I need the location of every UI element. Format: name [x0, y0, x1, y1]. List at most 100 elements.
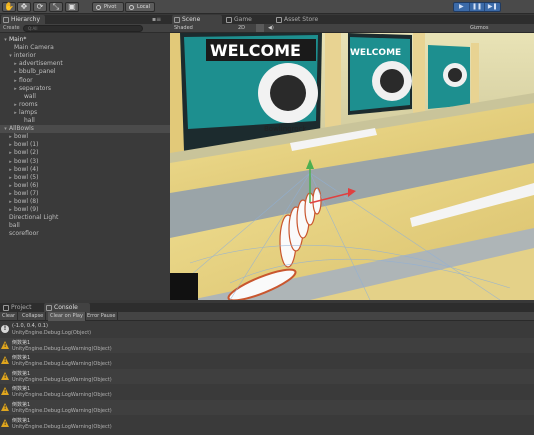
banner-text: WELCOME [210, 41, 301, 60]
rotate-icon: ⟳ [36, 2, 44, 11]
tab-project[interactable]: Project [1, 303, 41, 312]
welcome-banner-2: WELCOME [348, 33, 412, 115]
scale-icon: ⤡ [52, 2, 60, 11]
hierarchy-item[interactable]: ▾ AllBowls [0, 125, 170, 134]
hierarchy-item-label: bowl (1) [14, 141, 39, 149]
expand-arrow-icon[interactable]: ▸ [12, 85, 19, 93]
pivot-toggle[interactable]: Pivot [92, 2, 124, 12]
local-toggle[interactable]: Local [125, 2, 155, 12]
log-stacktrace: UnityEngine.Debug:Log(Object) [12, 330, 92, 336]
local-icon [129, 5, 134, 10]
hierarchy-search-input[interactable]: Q:All [23, 25, 143, 32]
move-tool-button[interactable]: ✥ [17, 2, 31, 12]
hierarchy-item[interactable]: ball [0, 222, 170, 230]
hierarchy-item[interactable]: ▾ Main* [0, 36, 170, 44]
console-log-entry[interactable]: 倒数第1UnityEngine.Debug:LogWarning(Object) [0, 337, 534, 353]
console-icon [46, 305, 52, 311]
tab-scene-label: Scene [182, 16, 201, 23]
hierarchy-item[interactable]: ▸ bowl (6) [0, 182, 170, 190]
hierarchy-item[interactable]: ▸ lamps [0, 109, 170, 117]
clear-button[interactable]: Clear [0, 312, 19, 321]
console-log-entry[interactable]: 倒数第1UnityEngine.Debug:LogWarning(Object) [0, 384, 534, 399]
hierarchy-item[interactable]: wall [0, 93, 170, 101]
expand-arrow-icon[interactable]: ▸ [7, 133, 14, 141]
hierarchy-item[interactable]: ▸ floor [0, 77, 170, 85]
collapse-button[interactable]: Collapse [20, 312, 47, 321]
expand-arrow-icon[interactable]: ▸ [7, 158, 14, 166]
light-toggle-icon[interactable] [256, 24, 264, 32]
audio-toggle-icon[interactable]: ◀) [268, 24, 274, 33]
console-log-entry[interactable]: 倒数第1UnityEngine.Debug:LogWarning(Object) [0, 353, 534, 368]
hierarchy-item[interactable]: ▸ rooms [0, 101, 170, 109]
expand-arrow-icon[interactable]: ▸ [7, 174, 14, 182]
clear-on-play-button[interactable]: Clear on Play [48, 312, 86, 321]
game-icon [226, 17, 232, 23]
gizmos-dropdown[interactable]: Gizmos [470, 24, 488, 33]
log-stacktrace: UnityEngine.Debug:LogWarning(Object) [12, 423, 112, 430]
expand-arrow-icon[interactable]: ▸ [7, 198, 14, 206]
hierarchy-item[interactable]: ▸ bowl (5) [0, 174, 170, 182]
hierarchy-item[interactable]: ▸ bbulb_panel [0, 68, 170, 76]
2d-toggle[interactable]: 2D [238, 24, 245, 33]
hierarchy-item[interactable]: ▸ separators [0, 85, 170, 93]
expand-arrow-icon[interactable]: ▾ [7, 52, 14, 60]
welcome-banner-3 [428, 45, 470, 109]
hierarchy-item[interactable]: ▸ advertisement [0, 60, 170, 68]
hierarchy-item-label: Main Camera [14, 44, 54, 52]
hand-tool-button[interactable]: ✋ [2, 2, 16, 12]
console-log-entry[interactable]: 倒数第1UnityEngine.Debug:LogWarning(Object) [0, 400, 534, 415]
expand-arrow-icon[interactable]: ▸ [7, 166, 14, 174]
hierarchy-item-label: interior [14, 52, 36, 60]
hierarchy-item[interactable]: ▸ bowl (9) [0, 206, 170, 214]
error-pause-button[interactable]: Error Pause [85, 312, 119, 321]
expand-arrow-icon[interactable]: ▸ [7, 190, 14, 198]
expand-arrow-icon[interactable]: ▸ [12, 68, 19, 76]
hierarchy-item[interactable]: scorefloor [0, 230, 170, 238]
panel-menu-icon[interactable]: ▪≡ [152, 16, 161, 23]
hierarchy-item[interactable]: ▸ bowl (7) [0, 190, 170, 198]
tab-console[interactable]: Console [44, 303, 90, 312]
hierarchy-item-label: bowl (8) [14, 198, 39, 205]
pause-button[interactable]: ❚❚ [470, 3, 486, 11]
hierarchy-item-label: bowl (6) [14, 181, 39, 189]
expand-arrow-icon[interactable]: ▸ [7, 141, 14, 149]
hierarchy-item-label: bowl (2) [14, 149, 39, 157]
hierarchy-item[interactable]: ▸ bowl (8) [0, 198, 170, 206]
console-log-entry[interactable]: 倒数第1UnityEngine.Debug:LogWarning(Object) [0, 368, 534, 384]
expand-arrow-icon[interactable]: ▾ [2, 125, 9, 133]
tab-console-label: Console [54, 304, 78, 311]
expand-arrow-icon[interactable]: ▸ [12, 77, 19, 85]
expand-arrow-icon[interactable]: ▸ [7, 206, 14, 214]
scene-viewport[interactable]: WELCOME Bowlingrock WELCOME [170, 33, 534, 300]
expand-arrow-icon[interactable]: ▸ [12, 60, 19, 68]
hierarchy-item-label: bowl (4) [14, 165, 39, 173]
rect-tool-button[interactable]: ▣ [65, 2, 79, 12]
log-stacktrace: UnityEngine.Debug:LogWarning(Object) [12, 376, 112, 383]
hierarchy-item[interactable]: hall [0, 117, 170, 125]
hierarchy-icon [3, 17, 9, 23]
asset-store-icon [276, 17, 282, 23]
hierarchy-item-label: bowl [14, 133, 29, 141]
rotate-tool-button[interactable]: ⟳ [33, 2, 47, 12]
hierarchy-item[interactable]: ▸ bowl (1) [0, 141, 170, 149]
expand-arrow-icon[interactable]: ▸ [7, 182, 14, 190]
create-dropdown[interactable]: Create [3, 25, 20, 31]
expand-arrow-icon[interactable]: ▸ [12, 101, 19, 109]
hierarchy-item[interactable]: ▸ bowl (3) [0, 158, 170, 166]
hierarchy-item[interactable]: Directional Light [0, 214, 170, 222]
hierarchy-item[interactable]: ▸ bowl [0, 133, 170, 141]
expand-arrow-icon[interactable]: ▸ [12, 109, 19, 117]
scale-tool-button[interactable]: ⤡ [49, 2, 63, 12]
shading-mode-dropdown[interactable]: Shaded [174, 24, 193, 33]
hierarchy-item[interactable]: ▸ bowl (4) [0, 166, 170, 174]
hierarchy-item[interactable]: ▾ interior [0, 52, 170, 60]
console-log-entry[interactable]: ! (-1.0, 0.4, 0.1) UnityEngine.Debug:Log(O… [0, 322, 534, 337]
play-button[interactable]: ▶ [454, 3, 470, 11]
hierarchy-item-label: hall [24, 117, 35, 124]
step-button[interactable]: ▶❚ [485, 3, 500, 11]
expand-arrow-icon[interactable]: ▾ [2, 36, 9, 44]
hierarchy-item[interactable]: ▸ bowl (2) [0, 149, 170, 157]
console-log-entry[interactable]: 倒数第1UnityEngine.Debug:LogWarning(Object) [0, 416, 534, 431]
hierarchy-item[interactable]: Main Camera [0, 44, 170, 52]
expand-arrow-icon[interactable]: ▸ [7, 149, 14, 157]
